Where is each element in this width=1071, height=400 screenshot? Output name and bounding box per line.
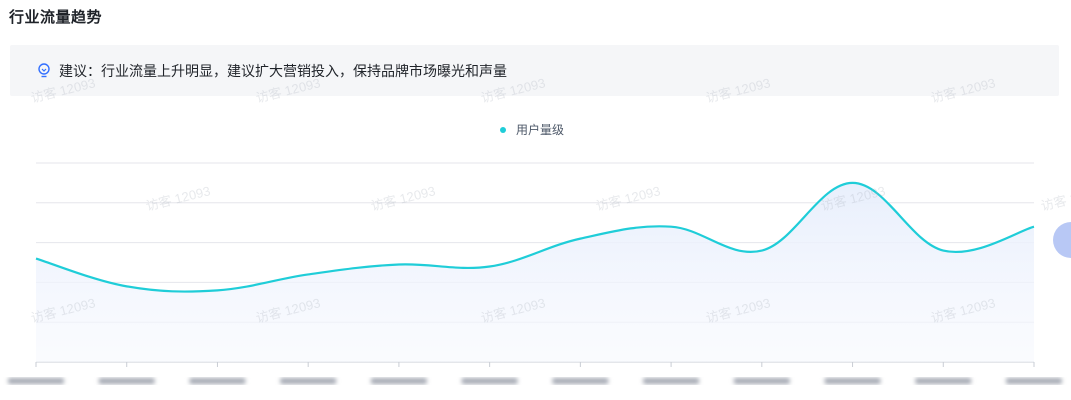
- x-tick-label: [189, 378, 246, 384]
- x-axis-ticks: [35, 362, 1035, 367]
- series-area: [36, 182, 1034, 362]
- x-tick-label: [552, 378, 609, 384]
- x-tick-label: [824, 378, 881, 384]
- x-tick-label: [8, 378, 64, 384]
- x-tick-label: [98, 378, 155, 384]
- x-tick-label: [1006, 378, 1062, 384]
- x-tick-label: [915, 378, 972, 384]
- x-axis-labels: [8, 378, 1062, 384]
- x-tick-label: [370, 378, 427, 384]
- x-tick-label: [733, 378, 790, 384]
- x-tick-label: [280, 378, 337, 384]
- x-tick-label: [643, 378, 700, 384]
- x-tick-label: [461, 378, 518, 384]
